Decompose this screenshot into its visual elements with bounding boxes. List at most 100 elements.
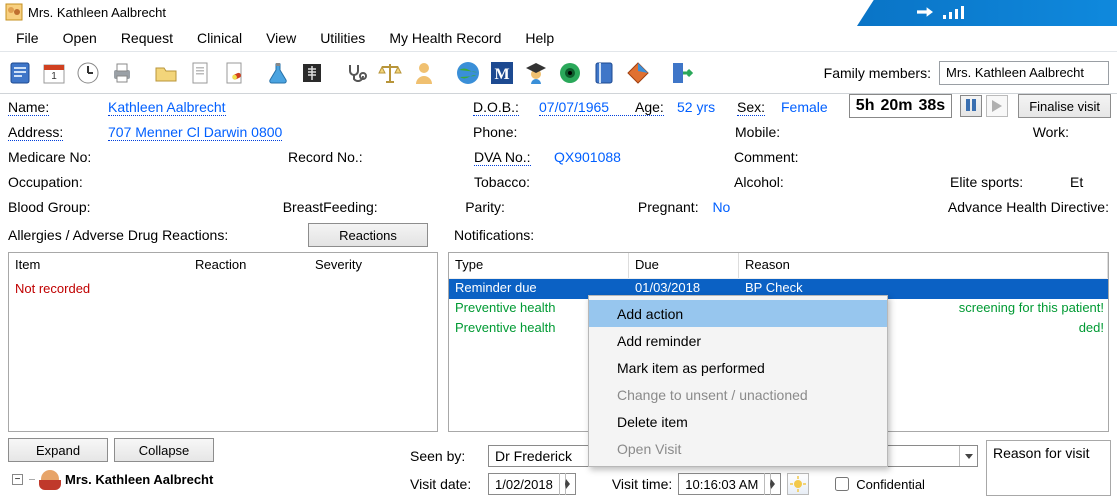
label-advance: Advance Health Directive: (948, 199, 1109, 215)
play-button[interactable] (986, 95, 1008, 117)
tb-diamond-icon[interactable] (622, 55, 654, 91)
value-elite: Et (1070, 174, 1083, 190)
ctx-change-unsent: Change to unsent / unactioned (589, 381, 887, 408)
value-name[interactable]: Kathleen Aalbrecht (108, 99, 226, 116)
tb-stethoscope-icon[interactable] (340, 55, 372, 91)
tb-person-icon[interactable] (408, 55, 440, 91)
menu-request[interactable]: Request (109, 26, 185, 50)
label-sex: Sex: (737, 99, 781, 115)
label-breast: BreastFeeding: (283, 199, 465, 215)
value-pregnant: No (712, 199, 947, 215)
tb-file-icon[interactable] (4, 55, 36, 91)
label-dob: D.O.B.: (473, 99, 539, 115)
label-work: Work: (1033, 124, 1109, 140)
col-due[interactable]: Due (629, 253, 739, 278)
col-reason[interactable]: Reason (739, 253, 1108, 278)
svg-text:M: M (494, 66, 509, 83)
label-allergies: Allergies / Adverse Drug Reactions: (8, 227, 308, 243)
patient-tree: − Mrs. Kathleen Aalbrecht (8, 468, 398, 496)
pause-button[interactable] (960, 95, 982, 117)
col-type[interactable]: Type (449, 253, 629, 278)
visit-time-input[interactable]: 10:16:03 AM (678, 473, 781, 495)
tb-page-icon[interactable] (184, 55, 216, 91)
label-tobacco: Tobacco: (474, 174, 734, 190)
allergies-not-recorded: Not recorded (9, 279, 437, 298)
ribbon-arrow-icon (917, 4, 933, 20)
value-dob[interactable]: 07/07/1965 (539, 99, 635, 116)
value-dva: QX901088 (554, 149, 734, 165)
label-parity: Parity: (465, 199, 638, 215)
allergies-table: Item Reaction Severity Not recorded (8, 252, 438, 432)
menubar: File Open Request Clinical View Utilitie… (0, 24, 1117, 52)
label-address: Address: (8, 124, 108, 140)
tree-toggle-icon[interactable]: − (12, 474, 23, 485)
ctx-delete-item[interactable]: Delete item (589, 408, 887, 435)
weather-icon[interactable] (787, 473, 809, 495)
context-menu: Add action Add reminder Mark item as per… (588, 295, 888, 467)
expand-button[interactable]: Expand (8, 438, 108, 462)
tb-openfile-icon[interactable] (150, 55, 182, 91)
value-address[interactable]: 707 Menner Cl Darwin 0800 (108, 124, 282, 141)
tb-exit-icon[interactable] (666, 55, 698, 91)
family-members-label: Family members: (824, 65, 931, 81)
label-occupation: Occupation: (8, 174, 474, 190)
menu-clinical[interactable]: Clinical (185, 26, 254, 50)
menu-mhr[interactable]: My Health Record (377, 26, 513, 50)
tb-grad-icon[interactable] (520, 55, 552, 91)
tb-eye-icon[interactable] (554, 55, 586, 91)
menu-view[interactable]: View (254, 26, 308, 50)
label-alcohol: Alcohol: (734, 174, 950, 190)
tb-book2-icon[interactable] (588, 55, 620, 91)
confidential-checkbox[interactable]: Confidential (831, 474, 925, 494)
avatar-icon (41, 470, 59, 488)
label-visit-time: Visit time: (612, 476, 672, 492)
window-title: Mrs. Kathleen Aalbrecht (28, 5, 166, 20)
tb-clock-icon[interactable] (72, 55, 104, 91)
menu-open[interactable]: Open (51, 26, 109, 50)
tb-globe-icon[interactable] (452, 55, 484, 91)
label-phone: Phone: (473, 124, 633, 140)
ctx-add-reminder[interactable]: Add reminder (589, 327, 887, 354)
family-members-select[interactable]: Mrs. Kathleen Aalbrecht (939, 61, 1109, 85)
tb-flask-icon[interactable] (262, 55, 294, 91)
col-severity[interactable]: Severity (309, 253, 437, 279)
finalise-visit-button[interactable]: Finalise visit (1018, 94, 1111, 118)
label-dva: DVA No.: (474, 149, 554, 165)
label-blood: Blood Group: (8, 199, 283, 215)
label-notifications: Notifications: (454, 227, 534, 243)
signal-icon (943, 5, 964, 19)
label-record: Record No.: (288, 149, 474, 165)
tb-scale-icon[interactable] (374, 55, 406, 91)
tree-patient-name[interactable]: Mrs. Kathleen Aalbrecht (65, 472, 213, 487)
tb-print-icon[interactable] (106, 55, 138, 91)
menu-file[interactable]: File (4, 26, 51, 50)
reason-for-visit-box: Reason for visit (986, 440, 1111, 496)
ctx-add-action[interactable]: Add action (589, 300, 887, 327)
label-name: Name: (8, 99, 108, 115)
ctx-mark-performed[interactable]: Mark item as performed (589, 354, 887, 381)
patient-fields: 5h 20m 38s Finalise visit Name: Kathleen… (0, 94, 1117, 246)
tb-xray-icon[interactable] (296, 55, 328, 91)
value-age: 52 yrs (677, 99, 737, 115)
toolbar: 1 M Family members: Mrs. Kathleen Aalbre… (0, 52, 1117, 94)
menu-help[interactable]: Help (513, 26, 566, 50)
tb-m-icon[interactable]: M (486, 55, 518, 91)
reactions-button[interactable]: Reactions (308, 223, 428, 247)
collapse-button[interactable]: Collapse (114, 438, 214, 462)
col-item[interactable]: Item (9, 253, 189, 279)
menu-utilities[interactable]: Utilities (308, 26, 377, 50)
visit-date-input[interactable]: 1/02/2018 (488, 473, 576, 495)
col-reaction[interactable]: Reaction (189, 253, 309, 279)
tb-calendar-icon[interactable]: 1 (38, 55, 70, 91)
value-sex: Female (781, 99, 828, 115)
chevron-down-icon (965, 454, 973, 459)
tb-rx-icon[interactable] (218, 55, 250, 91)
label-visit-date: Visit date: (410, 476, 482, 492)
visit-timer: 5h 20m 38s (849, 94, 952, 118)
label-age: Age: (635, 99, 677, 115)
label-seen-by: Seen by: (410, 448, 482, 464)
label-pregnant: Pregnant: (638, 199, 713, 215)
label-elite: Elite sports: (950, 174, 1070, 190)
label-mobile: Mobile: (735, 124, 855, 140)
svg-text:1: 1 (51, 71, 57, 82)
